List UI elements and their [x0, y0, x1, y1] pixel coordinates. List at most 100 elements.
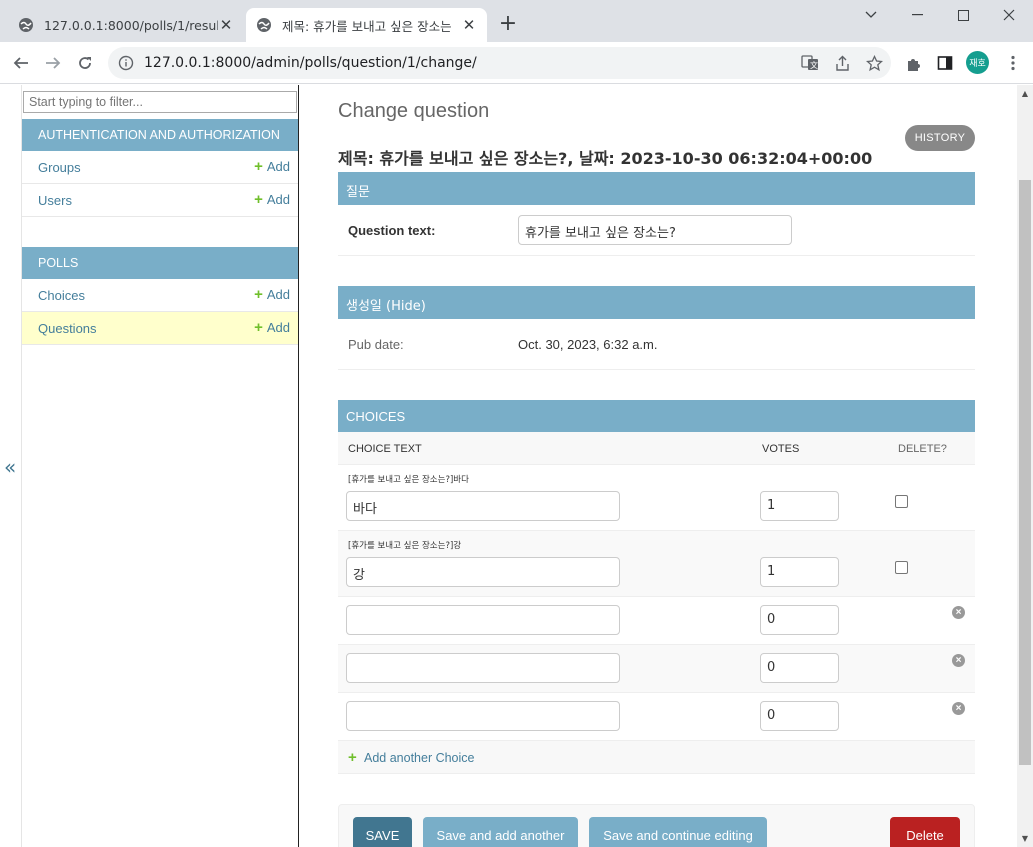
address-bar[interactable]: 127.0.0.1:8000/admin/polls/question/1/ch… — [108, 47, 891, 79]
plus-icon: + — [348, 749, 357, 766]
sidebar-item-groups[interactable]: Groups + Add — [22, 151, 298, 184]
pub-date-row: Pub date: Oct. 30, 2023, 6:32 a.m. — [338, 319, 975, 370]
new-tab-button[interactable]: + — [496, 11, 520, 37]
choice-text-input[interactable] — [346, 605, 620, 635]
nav-sidebar: AUTHENTICATION AND AUTHORIZATION Groups … — [21, 85, 299, 847]
column-header-votes: VOTES — [762, 443, 800, 455]
close-window-icon[interactable] — [986, 0, 1032, 30]
choice-row: [휴가를 보내고 싶은 장소는?]강 강 1 — [338, 531, 975, 597]
remove-row-icon[interactable]: × — [952, 702, 965, 715]
sidebar-filter-input[interactable] — [23, 91, 297, 113]
choice-text-input[interactable] — [346, 653, 620, 683]
delete-checkbox[interactable] — [895, 561, 908, 574]
bookmark-star-icon[interactable] — [864, 53, 884, 73]
maximize-icon[interactable] — [940, 0, 986, 30]
choice-original-label: [휴가를 보내고 싶은 장소는?]바다 — [348, 475, 469, 485]
question-text-row: Question text: 휴가를 보내고 싶은 장소는? — [338, 205, 975, 256]
column-header-choice-text: CHOICE TEXT — [348, 443, 422, 455]
browser-tab-result[interactable]: 127.0.0.1:8000/polls/1/result ✕ — [8, 8, 244, 42]
address-text: 127.0.0.1:8000/admin/polls/question/1/ch… — [144, 55, 477, 71]
votes-input[interactable]: 1 — [760, 491, 839, 521]
question-text-input[interactable]: 휴가를 보내고 싶은 장소는? — [518, 215, 792, 245]
model-link[interactable]: Users — [38, 193, 72, 208]
pub-date-label: Pub date: — [348, 337, 404, 352]
back-arrow-icon[interactable] — [9, 51, 33, 75]
votes-input[interactable]: 0 — [760, 701, 839, 731]
remove-row-icon[interactable]: × — [952, 654, 965, 667]
model-link[interactable]: Questions — [38, 321, 97, 336]
plus-icon: + — [254, 190, 263, 208]
submit-row: SAVE Save and add another Save and conti… — [338, 804, 975, 847]
tab-title: 제목: 휴가를 보내고 싶은 장소는 — [282, 18, 452, 34]
reload-icon[interactable] — [73, 51, 97, 75]
choice-row: 0 × — [338, 693, 975, 741]
add-label: Add — [266, 287, 290, 302]
extensions-puzzle-icon[interactable] — [904, 53, 924, 73]
more-menu-icon[interactable] — [1003, 53, 1023, 73]
history-button[interactable]: HISTORY — [905, 125, 975, 151]
votes-input[interactable]: 1 — [760, 557, 839, 587]
tab-title: 127.0.0.1:8000/polls/1/result — [44, 17, 218, 33]
add-another-choice-link[interactable]: Add another Choice — [364, 751, 475, 765]
scroll-down-arrow-icon[interactable]: ▼ — [1017, 830, 1033, 847]
plus-icon: + — [254, 318, 263, 336]
votes-input[interactable]: 0 — [760, 605, 839, 635]
add-another-choice-row[interactable]: + Add another Choice — [338, 741, 975, 774]
side-panel-icon[interactable] — [935, 53, 955, 73]
sidebar-item-users[interactable]: Users + Add — [22, 184, 298, 217]
minimize-icon[interactable] — [894, 0, 940, 30]
add-link[interactable]: + Add — [254, 190, 290, 208]
remove-row-icon[interactable]: × — [952, 606, 965, 619]
share-icon[interactable] — [832, 53, 852, 73]
fieldset-question-caption: 질문 — [338, 172, 975, 205]
info-icon[interactable] — [118, 55, 134, 71]
add-link[interactable]: + Add — [254, 285, 290, 303]
close-tab-icon[interactable]: ✕ — [461, 16, 477, 34]
fieldset-date-caption[interactable]: 생성일 (Hide) — [338, 286, 975, 319]
page-scrollbar[interactable]: ▲ ▼ — [1017, 85, 1033, 847]
choice-text-input[interactable]: 바다 — [346, 491, 620, 521]
plus-icon: + — [254, 157, 263, 175]
sidebar-collapse-toggle[interactable]: « — [4, 455, 16, 479]
pub-date-value: Oct. 30, 2023, 6:32 a.m. — [518, 337, 658, 352]
svg-text:文: 文 — [810, 60, 818, 70]
add-label: Add — [266, 159, 290, 174]
save-and-continue-button[interactable]: Save and continue editing — [589, 817, 767, 847]
add-label: Add — [266, 320, 290, 335]
save-button[interactable]: SAVE — [353, 817, 412, 847]
choice-text-input[interactable] — [346, 701, 620, 731]
choice-row: 0 × — [338, 597, 975, 645]
object-title: 제목: 휴가를 보내고 싶은 장소는?, 날짜: 2023-10-30 06:3… — [338, 149, 873, 168]
app-caption-polls[interactable]: POLLS — [22, 247, 298, 279]
plus-icon: + — [254, 285, 263, 303]
choices-table-header: CHOICE TEXT VOTES DELETE? — [338, 432, 975, 465]
sidebar-item-choices[interactable]: Choices + Add — [22, 279, 298, 312]
model-link[interactable]: Choices — [38, 288, 85, 303]
page-viewport: « AUTHENTICATION AND AUTHORIZATION Group… — [0, 85, 1017, 847]
browser-toolbar: 127.0.0.1:8000/admin/polls/question/1/ch… — [0, 42, 1033, 84]
chevron-down-icon[interactable] — [848, 0, 894, 30]
choice-text-input[interactable]: 강 — [346, 557, 620, 587]
browser-tab-strip: 127.0.0.1:8000/polls/1/result ✕ 제목: 휴가를 … — [0, 0, 1033, 42]
choice-original-label: [휴가를 보내고 싶은 장소는?]강 — [348, 541, 462, 551]
scrollbar-thumb[interactable] — [1019, 180, 1031, 765]
save-and-add-another-button[interactable]: Save and add another — [423, 817, 578, 847]
scroll-up-arrow-icon[interactable]: ▲ — [1017, 85, 1033, 102]
choices-caption: CHOICES — [338, 400, 975, 433]
delete-checkbox[interactable] — [895, 495, 908, 508]
translate-icon[interactable]: 文 — [800, 53, 820, 73]
votes-input[interactable]: 0 — [760, 653, 839, 683]
profile-avatar[interactable]: 재호 — [966, 51, 989, 74]
forward-arrow-icon[interactable] — [41, 51, 65, 75]
page-title: Change question — [338, 100, 490, 122]
column-header-delete: DELETE? — [898, 443, 947, 455]
add-link[interactable]: + Add — [254, 318, 290, 336]
question-text-label: Question text: — [348, 223, 436, 238]
app-caption-auth[interactable]: AUTHENTICATION AND AUTHORIZATION — [22, 119, 298, 151]
delete-button[interactable]: Delete — [890, 817, 960, 847]
sidebar-item-questions[interactable]: Questions + Add — [22, 312, 298, 345]
add-link[interactable]: + Add — [254, 157, 290, 175]
browser-tab-admin[interactable]: 제목: 휴가를 보내고 싶은 장소는 ✕ — [246, 8, 487, 42]
model-link[interactable]: Groups — [38, 160, 81, 175]
close-tab-icon[interactable]: ✕ — [218, 16, 234, 34]
